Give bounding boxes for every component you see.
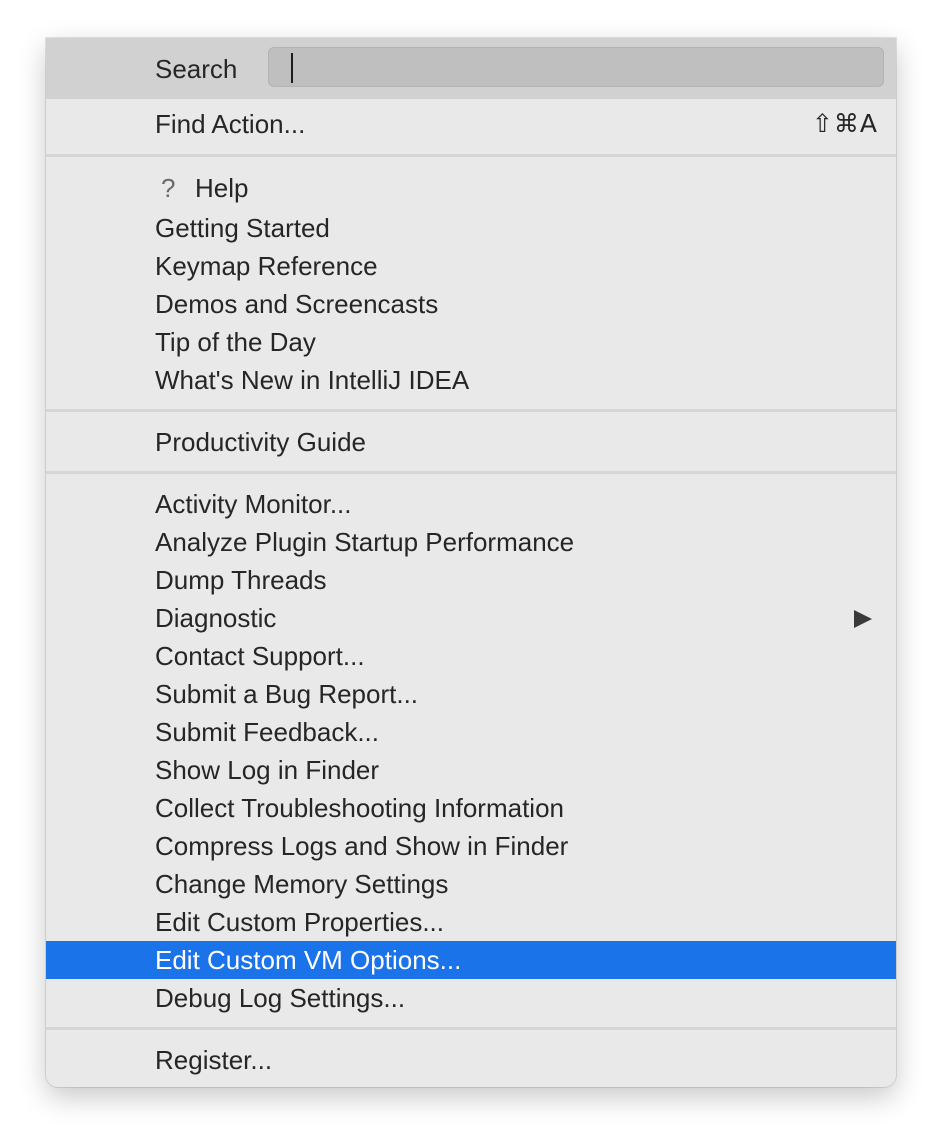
menu-item-label: Tip of the Day <box>155 327 316 357</box>
shortcut-label: ⇧⌘A <box>811 109 878 138</box>
menu-item-submit-feedback[interactable]: Submit Feedback... <box>46 713 896 751</box>
menu-item-help[interactable]: ? Help <box>46 169 896 207</box>
menu-item-getting-started[interactable]: Getting Started <box>46 209 896 247</box>
menu-item-edit-custom-properties[interactable]: Edit Custom Properties... <box>46 903 896 941</box>
menu-item-contact-support[interactable]: Contact Support... <box>46 637 896 675</box>
menu-item-label: Demos and Screencasts <box>155 289 439 319</box>
menu-item-demos-and-screencasts[interactable]: Demos and Screencasts <box>46 285 896 323</box>
text-caret <box>291 53 293 83</box>
menu-item-register[interactable]: Register... <box>46 1041 896 1079</box>
menu-separator <box>46 409 896 412</box>
menu-item-label: Analyze Plugin Startup Performance <box>155 527 575 557</box>
menu-item-label: Debug Log Settings... <box>155 983 406 1013</box>
menu-separator <box>46 471 896 474</box>
search-input[interactable] <box>268 47 884 87</box>
menu-item-show-log-in-finder[interactable]: Show Log in Finder <box>46 751 896 789</box>
menu-separator <box>46 154 896 157</box>
menu-item-label: Change Memory Settings <box>155 869 449 899</box>
menu-item-label: Edit Custom VM Options... <box>155 945 462 975</box>
menu-item-change-memory-settings[interactable]: Change Memory Settings <box>46 865 896 903</box>
submenu-arrow-icon <box>854 610 872 628</box>
menu-item-label: Show Log in Finder <box>155 755 380 785</box>
menu-item-label: Dump Threads <box>155 565 327 595</box>
menu-item-label: Find Action... <box>155 109 306 139</box>
menu-item-find-action[interactable]: Find Action... ⇧⌘A <box>46 105 896 143</box>
menu-item-label: Diagnostic <box>155 603 277 633</box>
menu-item-label: Collect Troubleshooting Information <box>155 793 565 823</box>
search-bar: Search <box>46 38 896 99</box>
menu-item-submit-bug-report[interactable]: Submit a Bug Report... <box>46 675 896 713</box>
menu-item-productivity-guide[interactable]: Productivity Guide <box>46 423 896 461</box>
menu-item-whats-new[interactable]: What's New in IntelliJ IDEA <box>46 361 896 399</box>
help-menu: Search Find Action... ⇧⌘A ? Help Getting… <box>46 38 896 1087</box>
menu-item-label: Getting Started <box>155 213 330 243</box>
menu-item-label: Contact Support... <box>155 641 365 671</box>
menu-item-dump-threads[interactable]: Dump Threads <box>46 561 896 599</box>
menu-item-compress-logs[interactable]: Compress Logs and Show in Finder <box>46 827 896 865</box>
menu-item-activity-monitor[interactable]: Activity Monitor... <box>46 485 896 523</box>
menu-item-label: Activity Monitor... <box>155 489 352 519</box>
search-label: Search <box>155 54 238 84</box>
menu-item-label: Keymap Reference <box>155 251 378 281</box>
menu-item-edit-custom-vm-options[interactable]: Edit Custom VM Options... <box>46 941 896 979</box>
menu-item-collect-troubleshooting[interactable]: Collect Troubleshooting Information <box>46 789 896 827</box>
menu-item-label: Productivity Guide <box>155 427 366 457</box>
menu-item-label: Submit a Bug Report... <box>155 679 419 709</box>
menu-item-label: Edit Custom Properties... <box>155 907 444 937</box>
menu-separator <box>46 1027 896 1030</box>
menu-item-analyze-plugin-startup[interactable]: Analyze Plugin Startup Performance <box>46 523 896 561</box>
menu-item-label: What's New in IntelliJ IDEA <box>155 365 470 395</box>
menu-item-keymap-reference[interactable]: Keymap Reference <box>46 247 896 285</box>
menu-item-tip-of-the-day[interactable]: Tip of the Day <box>46 323 896 361</box>
question-mark-icon: ? <box>161 173 176 203</box>
menu-item-debug-log-settings[interactable]: Debug Log Settings... <box>46 979 896 1017</box>
menu-item-label: Register... <box>155 1045 273 1075</box>
menu-item-label: Compress Logs and Show in Finder <box>155 831 569 861</box>
menu-item-label: Help <box>195 173 249 203</box>
menu-item-label: Submit Feedback... <box>155 717 379 747</box>
menu-item-diagnostic[interactable]: Diagnostic <box>46 599 896 637</box>
